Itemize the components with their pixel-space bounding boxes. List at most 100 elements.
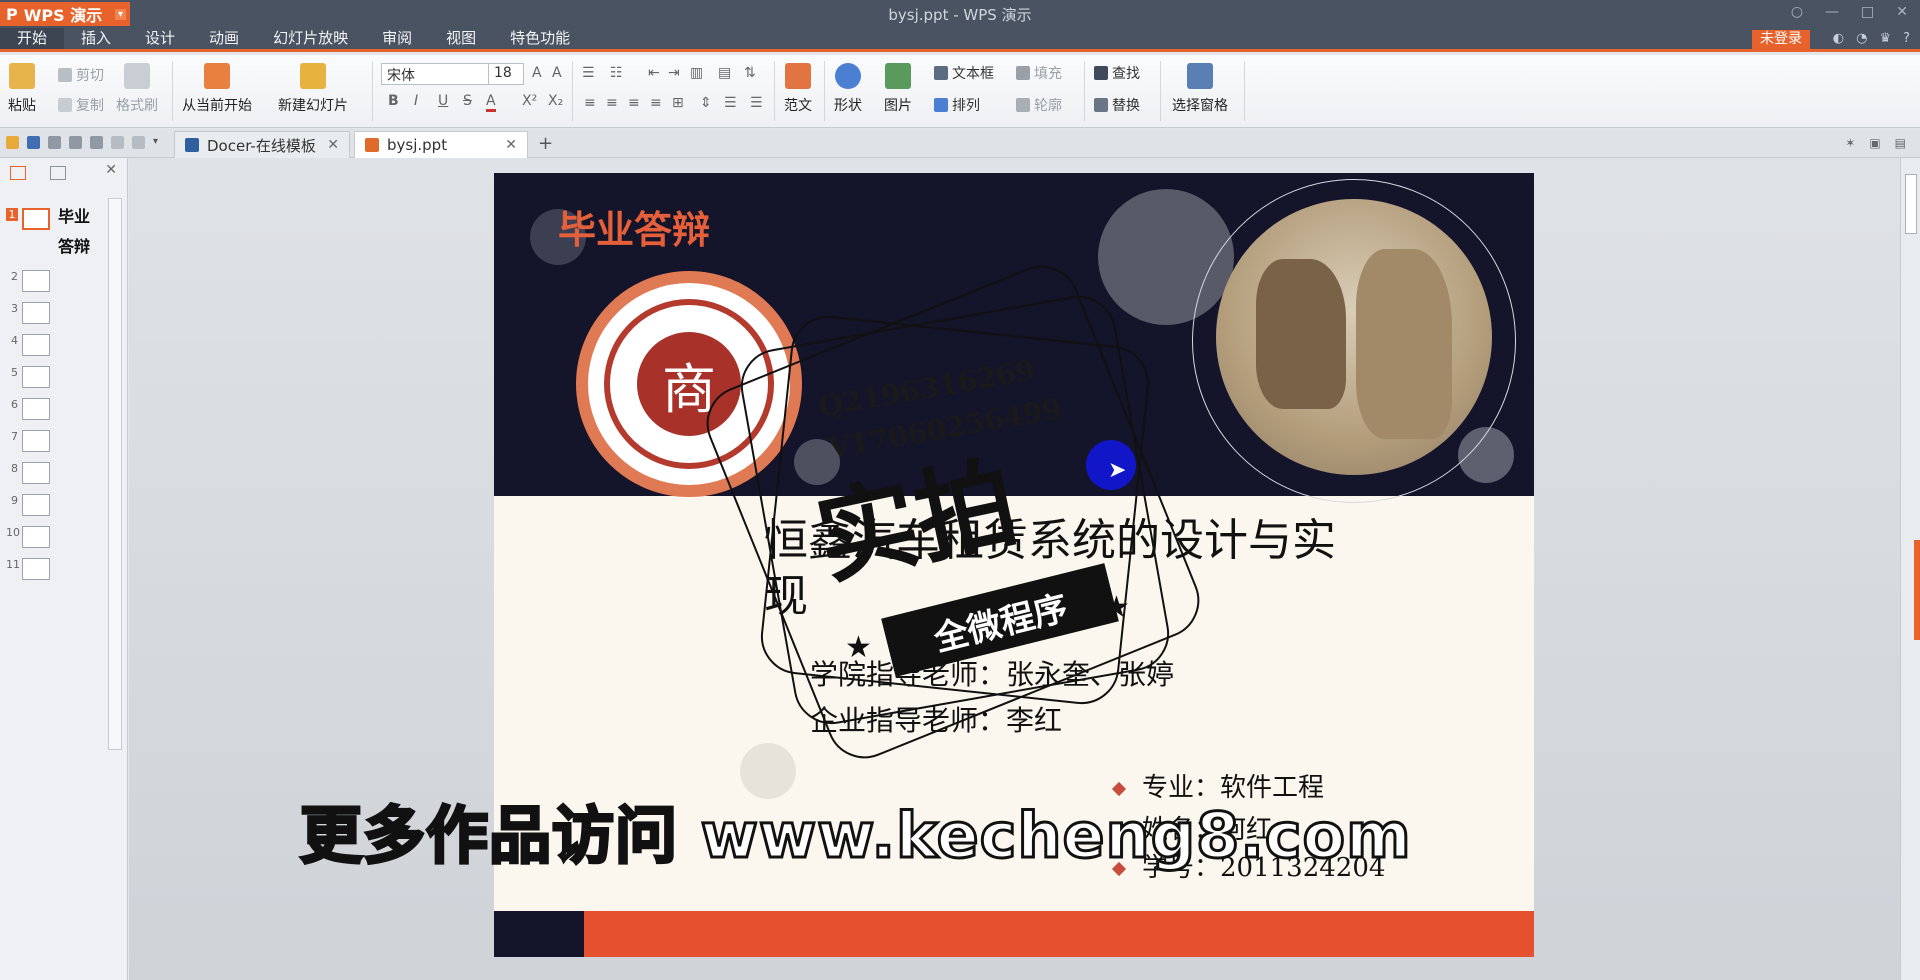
skin-icon[interactable]: ◐	[1833, 31, 1844, 46]
save-icon[interactable]	[27, 136, 40, 149]
menu-slideshow[interactable]: 幻灯片放映	[256, 28, 365, 49]
restore-icon[interactable]: ○	[1791, 4, 1803, 20]
paragraph-settings-icon[interactable]: ☰	[750, 95, 763, 111]
undo-icon[interactable]	[111, 136, 124, 149]
export-pdf-icon[interactable]	[48, 136, 61, 149]
panel-scrollbar[interactable]	[108, 198, 122, 750]
slide-thumbnail[interactable]	[22, 430, 50, 452]
slide-thumbnail[interactable]	[22, 558, 50, 580]
play-from-current-button[interactable]: 从当前开始	[182, 63, 252, 115]
numbering-icon[interactable]: ☷	[610, 65, 623, 81]
slide-thumb-10[interactable]: 10	[6, 526, 50, 548]
outdent-icon[interactable]: ⇥	[668, 65, 680, 81]
help-icon[interactable]: ?	[1903, 31, 1910, 46]
text-direction-icon[interactable]: ⇅	[744, 65, 756, 81]
outline-view-icon[interactable]	[50, 166, 66, 180]
bold-button[interactable]: B	[388, 93, 399, 109]
customize-dropdown-icon[interactable]: ▾	[153, 136, 166, 149]
login-button[interactable]: 未登录	[1752, 30, 1810, 49]
slide-thumb-2[interactable]: 2	[6, 270, 50, 292]
selection-pane-button[interactable]: 选择窗格	[1172, 63, 1228, 115]
find-button[interactable]: 查找	[1094, 63, 1140, 83]
slide-thumbnail[interactable]	[22, 334, 50, 356]
line-spacing-icon[interactable]: ⇕	[700, 95, 712, 111]
tab-docer[interactable]: Docer-在线模板 ✕	[174, 131, 350, 158]
close-icon[interactable]: ✕	[105, 162, 117, 178]
slide-thumb-11[interactable]: 11	[6, 558, 50, 580]
format-painter-button[interactable]: 格式刷	[116, 63, 158, 115]
menu-review[interactable]: 审阅	[365, 28, 429, 49]
sync-icon[interactable]: ◔	[1856, 31, 1867, 46]
maximize-button[interactable]: □	[1861, 4, 1874, 20]
window-mode-icon[interactable]: ▣	[1869, 136, 1880, 150]
menu-design[interactable]: 设计	[128, 28, 192, 49]
replace-button[interactable]: 替换	[1094, 95, 1140, 115]
outline-button[interactable]: 轮廓	[1016, 95, 1062, 115]
scrollbar-thumb[interactable]	[1905, 174, 1917, 234]
menu-insert[interactable]: 插入	[64, 28, 128, 49]
print-icon[interactable]	[69, 136, 82, 149]
grow-font-icon[interactable]: A	[532, 65, 542, 81]
slide-thumbnail[interactable]	[22, 270, 50, 292]
menu-animation[interactable]: 动画	[192, 28, 256, 49]
font-name-select[interactable]: 宋体	[381, 63, 489, 85]
font-size-select[interactable]: 18	[488, 63, 524, 85]
minimize-button[interactable]: —	[1825, 4, 1839, 20]
slide-thumbnail[interactable]	[22, 526, 50, 548]
slide-thumb-5[interactable]: 5	[6, 366, 50, 388]
justify-icon[interactable]: ≡	[650, 95, 662, 111]
slide-thumb-6[interactable]: 6	[6, 398, 50, 420]
tab-bysj[interactable]: bysj.ppt ✕	[354, 131, 528, 158]
italic-button[interactable]: I	[414, 93, 418, 109]
slide-thumb-8[interactable]: 8	[6, 462, 50, 484]
slide-thumbnail[interactable]	[22, 494, 50, 516]
underline-button[interactable]: U	[438, 93, 448, 109]
close-button[interactable]: ✕	[1896, 4, 1908, 20]
strikethrough-button[interactable]: S	[463, 93, 472, 109]
distribute-icon[interactable]: ⊞	[672, 95, 684, 111]
menu-view[interactable]: 视图	[429, 28, 493, 49]
align-left-icon[interactable]: ≡	[584, 95, 596, 111]
cut-button[interactable]: 剪切	[58, 65, 104, 85]
menu-home[interactable]: 开始	[0, 28, 65, 49]
slide-thumb-3[interactable]: 3	[6, 302, 50, 324]
fill-button[interactable]: 填充	[1016, 63, 1062, 83]
arrange-button[interactable]: 排列	[934, 95, 980, 115]
slide-thumb-7[interactable]: 7	[6, 430, 50, 452]
textbox-button[interactable]: 文本框	[934, 63, 994, 83]
pin-icon[interactable]: ✶	[1845, 136, 1855, 150]
align-right-icon[interactable]: ≡	[628, 95, 640, 111]
redo-icon[interactable]	[132, 136, 145, 149]
slide-thumb-4[interactable]: 4	[6, 334, 50, 356]
align-center-icon[interactable]: ≡	[606, 95, 618, 111]
copy-button[interactable]: 复制	[58, 95, 104, 115]
slide-thumbnail[interactable]	[22, 366, 50, 388]
member-icon[interactable]: ♛	[1879, 31, 1891, 46]
superscript-button[interactable]: X²	[522, 93, 537, 109]
close-icon[interactable]: ✕	[327, 137, 339, 153]
bullets-icon[interactable]: ☰	[582, 65, 595, 81]
paste-button[interactable]: 粘贴	[8, 63, 36, 115]
new-tab-button[interactable]: +	[538, 133, 553, 154]
slide-thumb-9[interactable]: 9	[6, 494, 50, 516]
subscript-button[interactable]: X₂	[548, 93, 563, 109]
paragraph-spacing-icon[interactable]: ☰	[724, 95, 737, 111]
menu-features[interactable]: 特色功能	[493, 28, 587, 49]
open-icon[interactable]	[6, 136, 19, 149]
slide-thumbnail[interactable]	[22, 462, 50, 484]
new-slide-button[interactable]: 新建幻灯片	[278, 63, 348, 115]
slide-thumb-1[interactable]: 1 毕业答辩	[6, 207, 98, 262]
picture-button[interactable]: 图片	[884, 63, 912, 115]
tile-icon[interactable]: ▤	[1895, 136, 1906, 150]
align-text-icon[interactable]: ▤	[718, 65, 731, 81]
print-preview-icon[interactable]	[90, 136, 103, 149]
slide-thumbnail[interactable]	[22, 302, 50, 324]
close-icon[interactable]: ✕	[505, 137, 517, 153]
shrink-font-icon[interactable]: A	[552, 65, 562, 81]
slides-view-icon[interactable]	[10, 166, 26, 180]
slide-thumbnail[interactable]	[22, 398, 50, 420]
side-panel-handle[interactable]	[1914, 540, 1920, 640]
columns-icon[interactable]: ▥	[690, 65, 703, 81]
shapes-button[interactable]: 形状	[834, 63, 862, 115]
indent-icon[interactable]: ⇤	[648, 65, 660, 81]
